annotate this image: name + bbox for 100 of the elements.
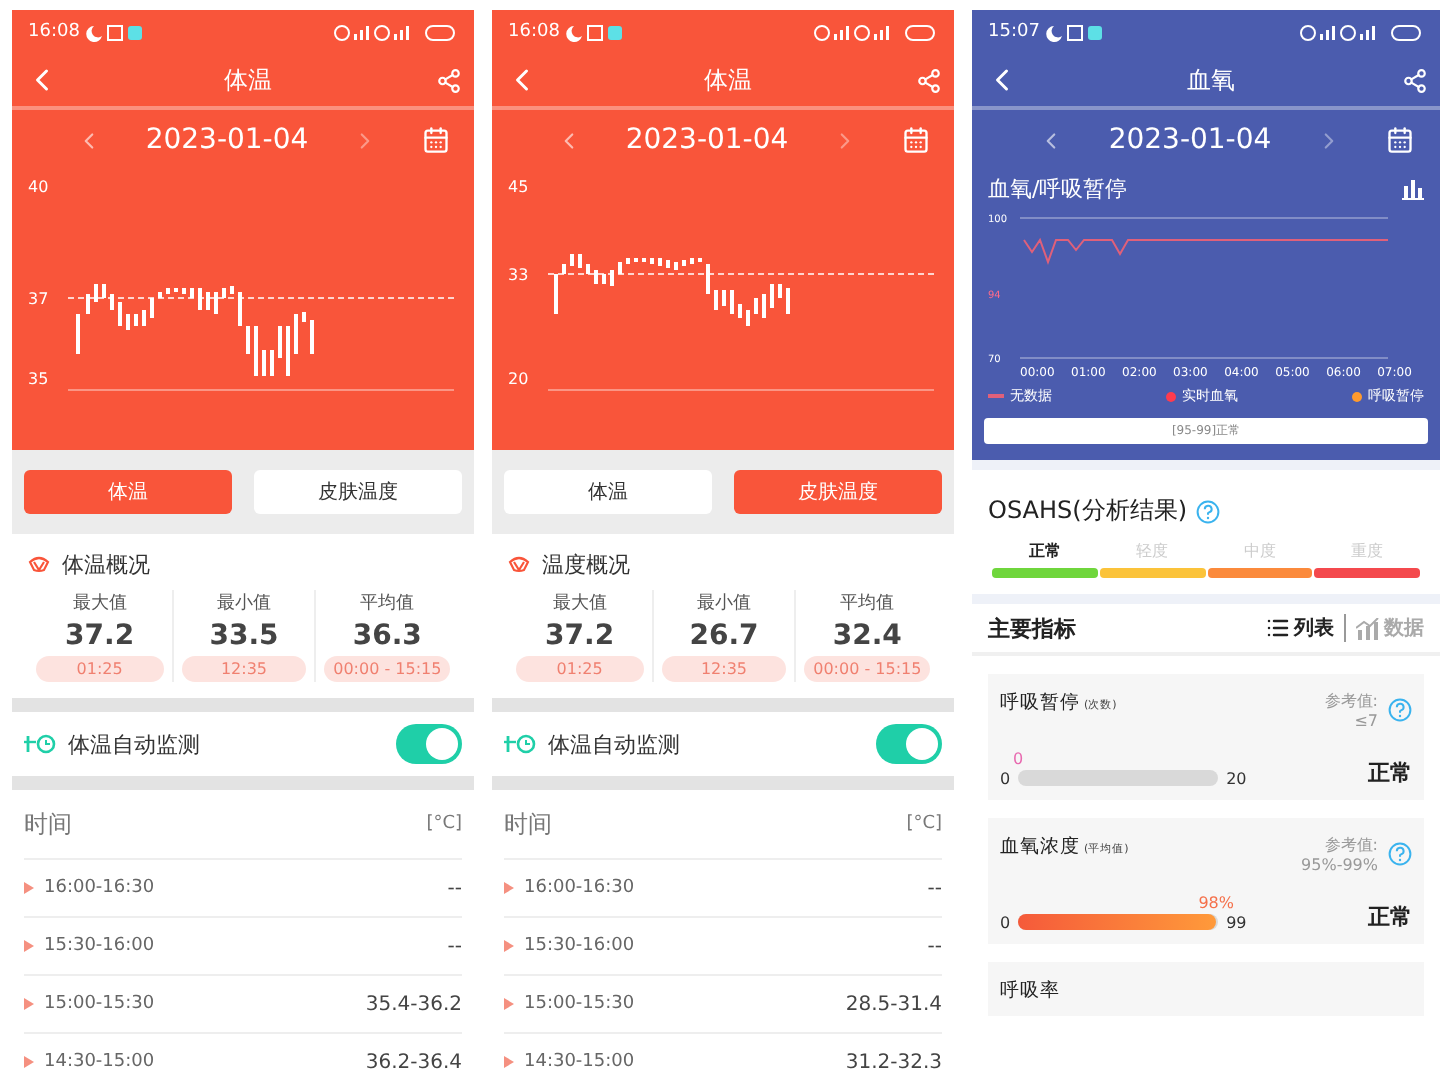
status-time: 16:08 [28,22,80,42]
stat-time-pill: 01:25 [36,656,164,682]
indicator-title: 呼吸暂停 [1000,690,1080,716]
toggle-switch[interactable] [876,724,942,764]
stat-time-pill: 00:00 - 15:15 [324,656,450,682]
stat-label: 最大值 [72,591,127,616]
status-time: 16:08 [508,22,560,42]
thermometer-clock-icon [24,734,56,754]
stat-time-pill: 00:00 - 15:15 [804,656,930,682]
calendar-icon[interactable] [422,126,451,154]
status-icons-drawing [814,23,938,41]
stat-value: 37.2 [545,620,615,652]
reference-value: ≤7 [1354,712,1378,730]
play-triangle-icon[interactable] [24,1056,34,1068]
monitor-label: 体温自动监测 [548,729,680,759]
play-triangle-icon[interactable] [504,882,514,894]
axis-label: 33 [508,266,529,284]
section-title: OSAHS(分析结果) [988,494,1187,528]
indicator-title: 呼吸率 [1000,978,1060,1004]
help-icon[interactable] [1195,499,1219,523]
scale-max: 99 [1226,914,1247,932]
scale-min: 0 [1000,914,1011,932]
temperature-range: -- [927,877,942,899]
marker-value: 98% [1198,894,1234,912]
play-triangle-icon[interactable] [504,940,514,952]
calendar-icon[interactable] [902,126,931,154]
time-range: 15:30-16:00 [524,936,637,956]
time-range: 14:30-15:00 [44,1052,157,1072]
axis-label: 40 [28,178,49,196]
status-label: 正常 [1368,758,1412,788]
date-label: 2023-01-04 [145,124,309,156]
share-icon[interactable] [436,67,462,93]
temperature-range: -- [447,935,462,957]
time-range: 16:00-16:30 [524,878,637,898]
monitor-label: 体温自动监测 [68,729,200,759]
temperature-range: -- [927,935,942,957]
column-header: 时间 [24,807,72,841]
share-icon[interactable] [916,67,942,93]
share-icon[interactable] [1402,67,1428,93]
play-triangle-icon[interactable] [24,940,34,952]
temperature-range: 36.2-36.4 [365,1051,462,1073]
status-icons-drawing [1300,23,1424,41]
section-title: 主要指标 [988,613,1076,643]
play-triangle-icon[interactable] [504,1056,514,1068]
chart-title: 血氧/呼吸暂停 [988,173,1128,203]
play-triangle-icon[interactable] [24,882,34,894]
stat-label: 平均值 [360,591,415,616]
date-label: 2023-01-04 [625,124,789,156]
screen-title: 体温 [704,63,752,97]
help-icon[interactable] [1388,842,1412,866]
stat-value: 33.5 [209,620,279,652]
chart-icon [1356,617,1380,639]
screen-title: 体温 [224,63,272,97]
play-triangle-icon[interactable] [24,998,34,1010]
screen-title: 血氧 [1187,63,1235,97]
shell-icon [508,555,530,573]
section-title: 温度概况 [542,549,630,579]
toggle-switch[interactable] [396,724,462,764]
axis-label: 35 [28,370,49,388]
indicator-title: 血氧浓度 [1000,834,1080,860]
temperature-range: -- [447,877,462,899]
stat-time-pill: 12:35 [181,656,307,682]
notification-icons-drawing [565,23,626,41]
notification-icons-drawing [1045,23,1106,41]
time-range: 15:00-15:30 [524,994,637,1014]
stat-value: 32.4 [832,620,902,652]
axis-label: 20 [508,370,529,388]
help-icon[interactable] [1388,698,1412,722]
status-label: 正常 [1368,902,1412,932]
temperature-range: 31.2-32.3 [845,1051,942,1073]
scale-min: 0 [1000,770,1011,788]
column-header: 时间 [504,807,552,841]
tab[interactable]: 体温 [504,470,712,514]
play-triangle-icon[interactable] [504,998,514,1010]
stat-label: 最小值 [216,591,271,616]
stat-label: 平均值 [840,591,895,616]
column-header: [°C] [426,814,462,834]
notification-icons-drawing [85,23,146,41]
view-toggle[interactable]: 列表 [1266,614,1334,642]
axis-label: 45 [508,178,529,196]
reference-label: 参考值: [1324,834,1378,856]
time-range: 15:00-15:30 [44,994,157,1014]
severity-label: 正常 [1026,540,1063,562]
scale-max: 20 [1226,770,1247,788]
time-range: 16:00-16:30 [44,878,157,898]
axis-label: 37 [28,290,49,308]
stat-value: 36.3 [352,620,422,652]
stat-value: 26.7 [689,620,759,652]
marker-value: 0 [1013,750,1024,768]
date-label: 2023-01-04 [1108,124,1272,156]
calendar-icon[interactable] [1385,126,1414,154]
time-range: 14:30-15:00 [524,1052,637,1072]
thermometer-clock-icon [504,734,536,754]
list-icon [1266,616,1290,640]
column-header: [°C] [906,814,942,834]
section-title: 体温概况 [62,549,150,579]
bar-chart-icon[interactable] [1402,177,1424,199]
stat-time-pill: 01:25 [516,656,644,682]
tab[interactable]: 皮肤温度 [254,470,462,514]
time-range: 15:30-16:00 [44,936,157,956]
